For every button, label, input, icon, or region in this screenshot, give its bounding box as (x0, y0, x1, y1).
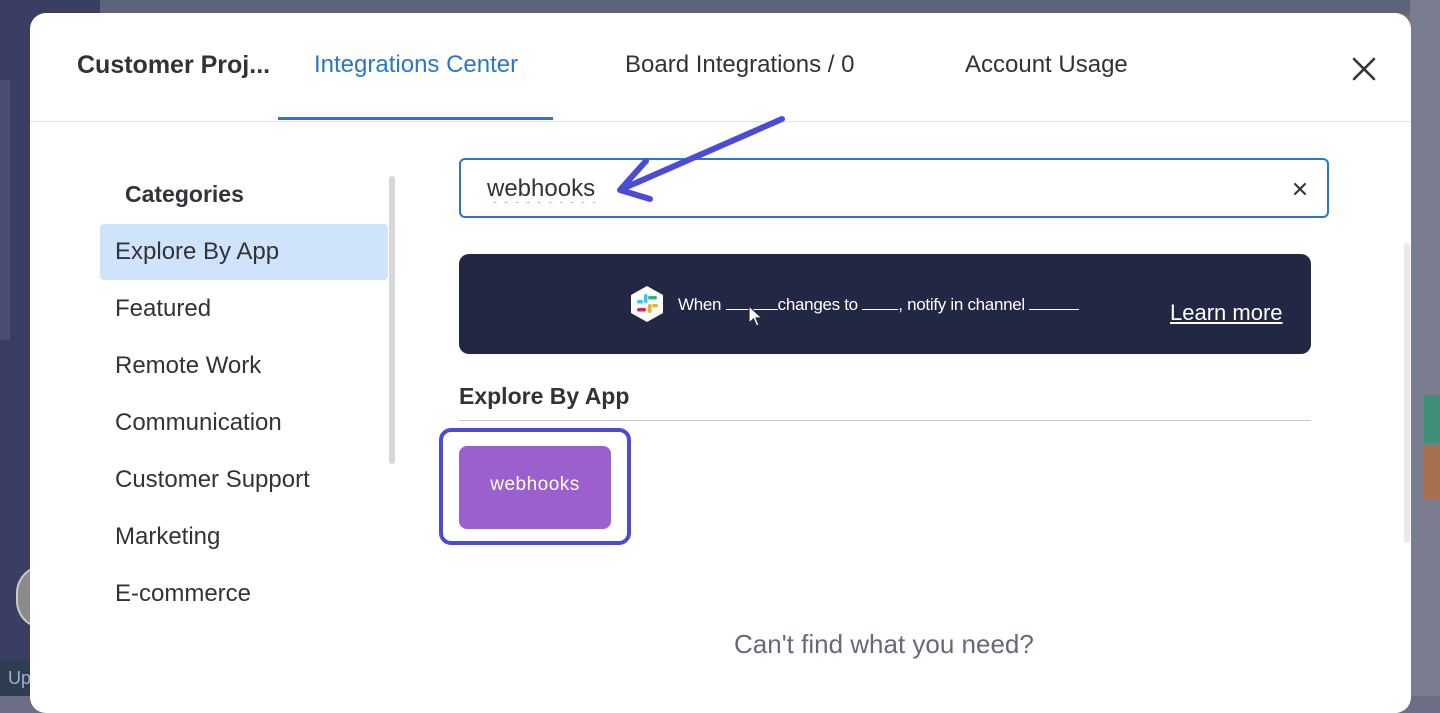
banner-recipe-text: When changes to , notify in channel (678, 295, 1080, 315)
slack-icon (629, 285, 665, 323)
clear-icon (1294, 183, 1306, 195)
category-remote-work[interactable]: Remote Work (100, 338, 388, 394)
background-left-strip (0, 80, 10, 340)
category-featured[interactable]: Featured (100, 281, 388, 337)
modal-header: Customer Proj... Integrations Center Boa… (30, 13, 1411, 122)
category-e-commerce[interactable]: E-commerce (100, 566, 388, 622)
mouse-cursor-icon (747, 304, 765, 328)
clear-search-button[interactable] (1291, 180, 1309, 198)
integrations-modal: Customer Proj... Integrations Center Boa… (30, 13, 1411, 713)
categories-title: Categories (125, 181, 244, 207)
category-customer-support[interactable]: Customer Support (100, 452, 388, 508)
tab-account-usage[interactable]: Account Usage (965, 51, 1128, 79)
learn-more-link[interactable]: Learn more (1170, 300, 1283, 326)
cant-find-text: Can't find what you need? (734, 629, 1034, 659)
tab-integrations-center[interactable]: Integrations Center (314, 51, 518, 79)
section-title: Explore By App (459, 383, 630, 409)
recipe-blank (862, 295, 899, 310)
category-marketing[interactable]: Marketing (100, 509, 388, 565)
sidebar-scrollbar[interactable] (389, 176, 395, 464)
app-card-webhooks[interactable]: webhooks (459, 446, 611, 529)
board-title: Customer Proj... (77, 51, 271, 79)
content-scrollbar[interactable] (1404, 243, 1410, 543)
category-explore-by-app[interactable]: Explore By App (100, 224, 388, 280)
section-divider (459, 420, 1311, 421)
background-status-cell (1424, 445, 1440, 499)
background-partial-text: Up (0, 660, 31, 696)
tab-board-integrations[interactable]: Board Integrations / 0 (625, 51, 854, 79)
close-button[interactable] (1348, 53, 1380, 85)
banner-text-notify: , notify in channel (898, 295, 1025, 314)
category-communication[interactable]: Communication (100, 395, 388, 451)
slack-promo-banner: When changes to , notify in channel Lear… (459, 254, 1311, 354)
app-card-label: webhooks (490, 474, 580, 495)
recipe-blank (1029, 295, 1080, 310)
active-tab-indicator (278, 117, 553, 120)
background-top-bar (100, 0, 1440, 14)
annotation-arrow-icon (617, 116, 785, 202)
banner-text-changes: changes to (777, 295, 858, 314)
banner-text-when: When (678, 295, 722, 314)
background-right-panel (1410, 0, 1440, 696)
close-icon (1352, 57, 1376, 81)
background-status-cell (1424, 395, 1440, 443)
